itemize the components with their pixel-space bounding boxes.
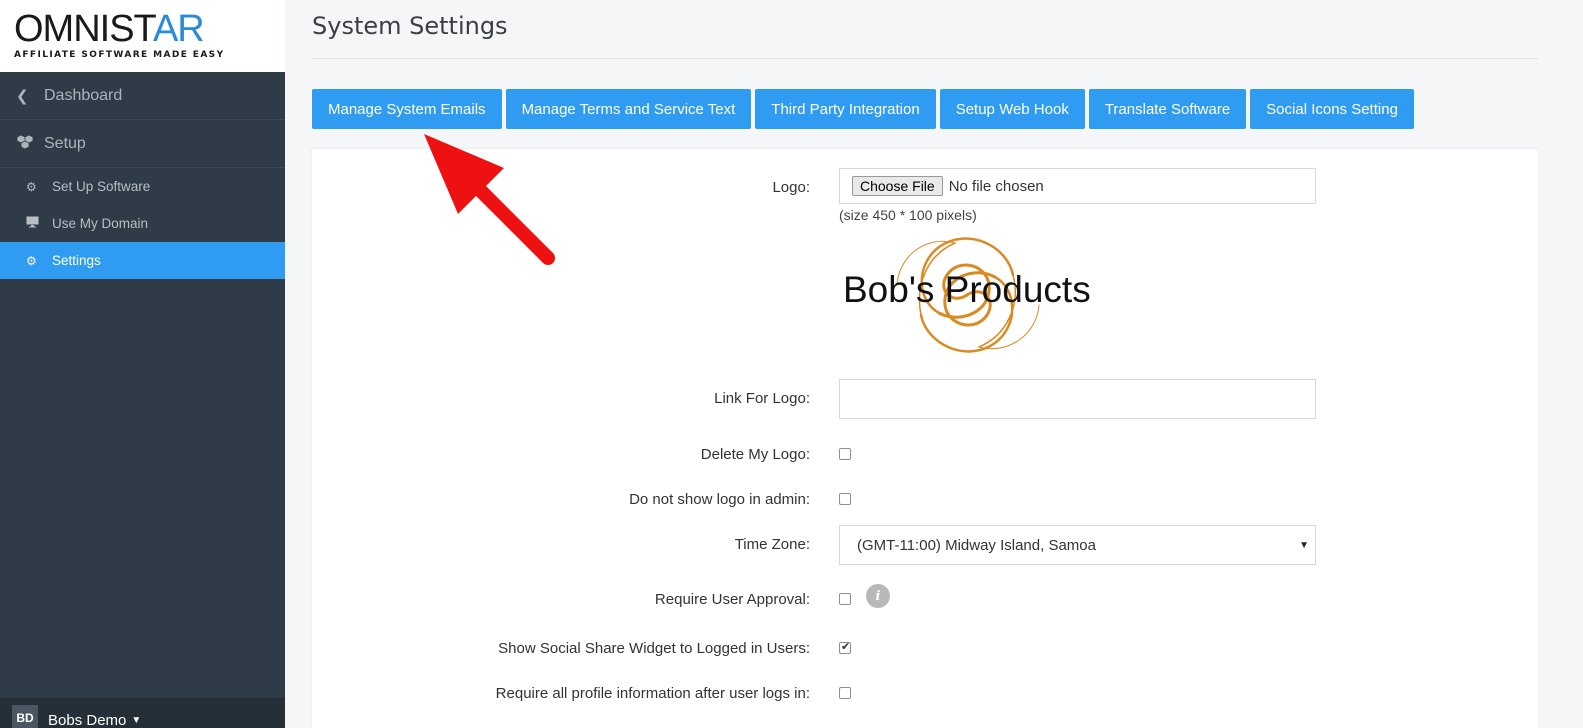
delete-logo-label: Delete My Logo: (700, 446, 810, 463)
tab-manage-system-emails[interactable]: Manage System Emails (312, 89, 502, 129)
user-approval-label: Require User Approval: (654, 591, 810, 608)
delete-logo-row: Delete My Logo: (312, 446, 1538, 463)
user-menu[interactable]: BD Bobs Demo ▼ (0, 698, 285, 728)
gears-icon: ⚙ (26, 179, 37, 194)
red-arrow-annotation (424, 134, 555, 265)
choose-file-button[interactable]: Choose File (852, 176, 943, 196)
file-status: No file chosen (948, 177, 1044, 195)
logo-upload: Choose File No file chosen (size 450 * 1… (839, 168, 1316, 223)
monitor-icon (26, 216, 42, 231)
require-profile-label: Require all profile information after us… (495, 685, 810, 702)
logo-preview: Bob's Products (839, 225, 1099, 365)
sidebar-item-label: Setup (44, 134, 86, 152)
sidebar-item-settings[interactable]: ⚙ Settings (0, 242, 285, 279)
page-title: System Settings (312, 12, 508, 40)
social-share-checkbox[interactable] (839, 640, 851, 654)
brand-tagline: AFFILIATE SOFTWARE MADE EASY (14, 50, 225, 60)
gear-icon: ⚙ (26, 253, 37, 268)
divider (312, 58, 1538, 59)
logo-file-input[interactable]: Choose File No file chosen (839, 168, 1316, 204)
logo-label: Logo: (772, 179, 810, 196)
dropdown-arrow-icon: ▼ (1299, 539, 1309, 551)
sidebar-item-set-up-software[interactable]: ⚙ Set Up Software (0, 168, 285, 205)
tab-manage-terms[interactable]: Manage Terms and Service Text (505, 89, 752, 129)
tab-social-icons-setting[interactable]: Social Icons Setting (1250, 89, 1414, 129)
info-icon[interactable]: i (866, 584, 890, 608)
sidebar-item-label: Set Up Software (52, 179, 151, 194)
sidebar-item-use-my-domain[interactable]: Use My Domain (0, 205, 285, 242)
user-name: Bobs Demo (48, 711, 127, 728)
avatar: BD (12, 705, 38, 728)
time-zone-value: (GMT-11:00) Midway Island, Samoa (857, 536, 1096, 554)
hide-logo-admin-label: Do not show logo in admin: (629, 491, 810, 508)
sidebar-item-label: Dashboard (44, 86, 123, 104)
link-logo-label: Link For Logo: (714, 390, 810, 407)
cubes-icon (16, 134, 36, 154)
brand-wordmark: OMNISTAR (14, 8, 205, 50)
hide-logo-admin-checkbox[interactable] (839, 493, 851, 505)
require-profile-row: Require all profile information after us… (312, 685, 1538, 702)
tab-third-party-integration[interactable]: Third Party Integration (755, 89, 936, 129)
time-zone-label: Time Zone: (734, 536, 810, 553)
require-profile-checkbox[interactable] (839, 687, 851, 699)
sidebar-item-label: Settings (52, 253, 101, 268)
tab-translate-software[interactable]: Translate Software (1088, 89, 1247, 129)
social-share-row: Show Social Share Widget to Logged in Us… (312, 640, 1538, 657)
chevron-down-icon: ▼ (131, 714, 142, 726)
chevron-left-icon: ❮ (16, 87, 29, 105)
logo-size-hint: (size 450 * 100 pixels) (839, 207, 977, 223)
social-share-label: Show Social Share Widget to Logged in Us… (498, 640, 810, 657)
sidebar: OMNISTAR AFFILIATE SOFTWARE MADE EASY ❮ … (0, 0, 285, 728)
delete-logo-checkbox[interactable] (839, 448, 851, 460)
sidebar-item-setup[interactable]: Setup (0, 120, 285, 168)
settings-tabs: Manage System Emails Manage Terms and Se… (312, 89, 1418, 129)
sidebar-item-label: Use My Domain (52, 216, 149, 231)
user-approval-control: i (839, 584, 890, 608)
hide-logo-admin-row: Do not show logo in admin: (312, 491, 1538, 508)
link-logo-input[interactable] (839, 379, 1316, 419)
brand-logo[interactable]: OMNISTAR AFFILIATE SOFTWARE MADE EASY (0, 0, 285, 72)
time-zone-select[interactable]: (GMT-11:00) Midway Island, Samoa ▼ (839, 525, 1316, 565)
tab-setup-web-hook[interactable]: Setup Web Hook (939, 89, 1085, 129)
user-approval-checkbox[interactable] (839, 593, 851, 605)
sidebar-item-dashboard[interactable]: ❮ Dashboard (0, 72, 285, 120)
main-content: System Settings Manage System Emails Man… (285, 0, 1583, 728)
logo-preview-text: Bob's Products (843, 269, 1091, 310)
